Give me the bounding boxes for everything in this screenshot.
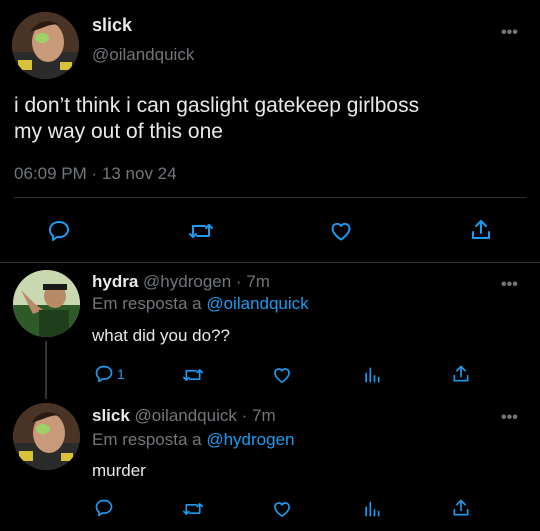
main-tweet-text: i don’t think i can gaslight gatekeep gi…	[14, 93, 419, 145]
reply1-reply-action[interactable]: 1	[94, 364, 125, 384]
timestamp-separator: ·	[91, 164, 98, 183]
share-icon[interactable]	[469, 218, 493, 242]
reply1-reply-count: 1	[117, 366, 125, 382]
main-tweet-time: 06:09 PM	[14, 164, 87, 183]
reply1-display-name[interactable]: hydra	[92, 272, 138, 291]
reply1-handle[interactable]: @hydrogen	[143, 272, 231, 291]
reply1-header: hydra @hydrogen · 7m	[92, 272, 270, 292]
reply2-header: slick @oilandquick · 7m	[92, 406, 276, 426]
retweet-icon[interactable]	[182, 499, 204, 519]
reply1-text: what did you do??	[92, 326, 230, 345]
reply-icon[interactable]	[47, 219, 71, 243]
reply2-age[interactable]: 7m	[252, 406, 276, 425]
reply2-replying-handle[interactable]: @hydrogen	[206, 430, 294, 449]
main-tweet-more-icon[interactable]: •••	[501, 24, 518, 42]
main-tweet-handle[interactable]: @oilandquick	[92, 45, 194, 65]
heart-icon[interactable]	[329, 219, 353, 243]
reply-thread-line	[45, 341, 47, 399]
reply-icon[interactable]	[94, 498, 114, 518]
reply2-display-name[interactable]: slick	[92, 406, 130, 425]
bar-chart-icon[interactable]	[362, 499, 382, 519]
reply1-avatar[interactable]	[13, 270, 80, 337]
reply2-more-icon[interactable]: •••	[501, 409, 518, 427]
reply2-handle[interactable]: @oilandquick	[135, 406, 237, 425]
main-tweet-text-line2: my way out of this one	[14, 120, 223, 143]
reply1-age[interactable]: 7m	[246, 272, 270, 291]
reply1-replying-handle[interactable]: @oilandquick	[206, 294, 308, 313]
main-tweet-display-name[interactable]: slick	[92, 15, 132, 36]
reply-icon[interactable]	[94, 364, 114, 384]
main-tweet-avatar[interactable]	[12, 12, 79, 79]
main-tweet-divider-top	[14, 197, 526, 198]
reply1-more-icon[interactable]: •••	[501, 276, 518, 294]
reply2-replying-prefix: Em resposta a	[92, 430, 202, 449]
share-icon[interactable]	[451, 498, 471, 518]
reply1-replying-to: Em resposta a @oilandquick	[92, 294, 309, 314]
reply1-replying-prefix: Em resposta a	[92, 294, 202, 313]
heart-icon[interactable]	[272, 365, 292, 385]
bar-chart-icon[interactable]	[362, 365, 382, 385]
main-tweet-divider-bottom	[0, 262, 540, 263]
reply2-text: murder	[92, 461, 146, 480]
reply2-separator: ·	[241, 406, 248, 425]
retweet-icon[interactable]	[188, 219, 214, 243]
main-tweet-date: 13 nov 24	[101, 164, 177, 183]
retweet-icon[interactable]	[182, 365, 204, 385]
reply2-replying-to: Em resposta a @hydrogen	[92, 430, 295, 450]
reply1-separator: ·	[235, 272, 242, 291]
main-tweet-timestamp[interactable]: 06:09 PM · 13 nov 24	[14, 164, 177, 184]
main-tweet-text-line1: i don’t think i can gaslight gatekeep gi…	[14, 94, 420, 117]
reply2-avatar[interactable]	[13, 403, 80, 470]
share-icon[interactable]	[451, 364, 471, 384]
heart-icon[interactable]	[272, 499, 292, 519]
